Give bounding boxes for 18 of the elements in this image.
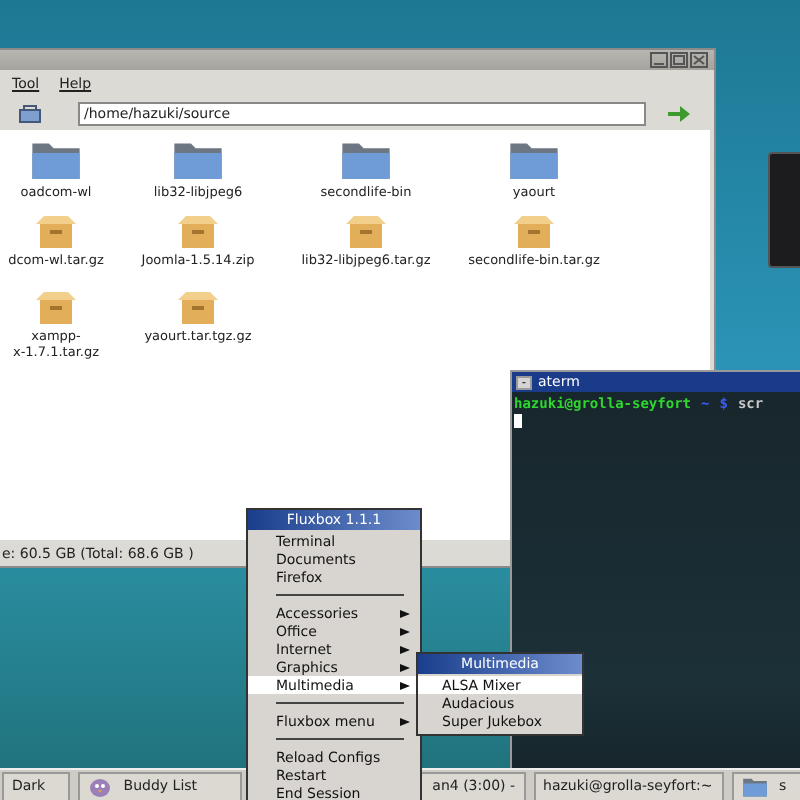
folder-icon	[172, 138, 224, 182]
maximize-icon[interactable]	[670, 52, 688, 68]
package-icon	[34, 290, 78, 326]
folder-icon	[30, 138, 82, 182]
go-arrow-icon[interactable]	[666, 104, 690, 124]
folder-icon	[340, 138, 392, 182]
package-icon	[34, 214, 78, 250]
package-icon	[176, 290, 220, 326]
minimize-icon[interactable]	[650, 52, 668, 68]
bird-icon	[87, 775, 112, 797]
package-icon	[512, 214, 556, 250]
close-icon[interactable]	[690, 52, 708, 68]
dock-app-widget	[768, 152, 800, 268]
folder-icon	[508, 138, 560, 182]
folder-icon	[741, 775, 767, 797]
package-icon	[344, 214, 388, 250]
text-cursor	[514, 414, 522, 428]
package-icon	[176, 214, 220, 250]
